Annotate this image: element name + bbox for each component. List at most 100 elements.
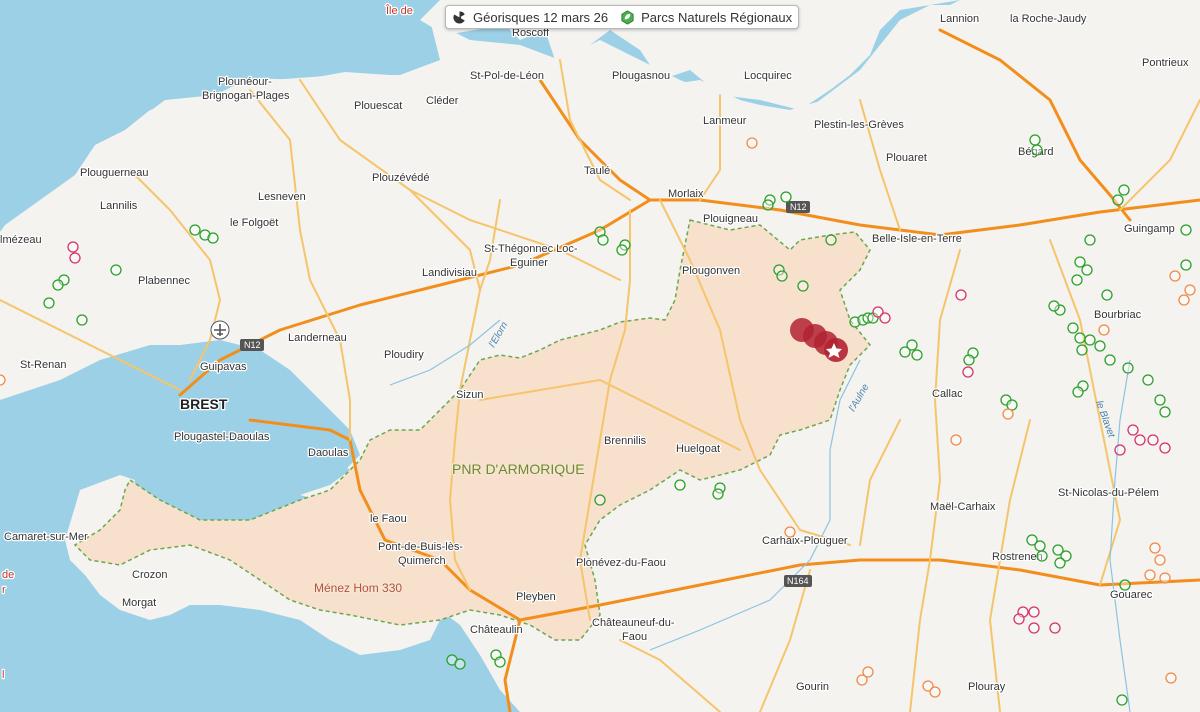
site-marker[interactable] [1034, 540, 1046, 552]
site-marker[interactable] [1029, 134, 1041, 146]
label-bourbriac: Bourbriac [1094, 309, 1142, 321]
site-marker[interactable] [784, 526, 796, 538]
site-marker[interactable] [929, 686, 941, 698]
site-marker[interactable] [1180, 224, 1192, 236]
site-marker[interactable] [1119, 579, 1131, 591]
site-marker[interactable] [780, 191, 792, 203]
site-marker[interactable] [955, 289, 967, 301]
site-marker[interactable] [746, 137, 758, 149]
site-marker[interactable] [674, 479, 686, 491]
label-pont-de-buis: Pont-de-Buis-lès- [378, 541, 463, 553]
label-lannilis: Lannilis [100, 200, 138, 212]
site-marker[interactable] [189, 224, 201, 236]
site-marker[interactable] [69, 252, 81, 264]
site-marker[interactable] [1049, 622, 1061, 634]
site-marker[interactable] [1094, 340, 1106, 352]
legend-item-parcs[interactable]: Parcs Naturels Régionaux [620, 10, 792, 25]
site-marker[interactable] [776, 270, 788, 282]
site-marker[interactable] [1084, 334, 1096, 346]
site-marker[interactable] [1116, 694, 1128, 706]
site-marker[interactable] [494, 656, 506, 668]
label-landerneau: Landerneau [288, 332, 347, 344]
site-marker[interactable] [712, 488, 724, 500]
site-marker[interactable] [1159, 442, 1171, 454]
site-marker[interactable] [950, 434, 962, 446]
site-marker[interactable] [1048, 300, 1060, 312]
shield-n12-east: N12 [786, 201, 810, 213]
site-marker[interactable] [1076, 344, 1088, 356]
label-pontrieux: Pontrieux [1142, 57, 1189, 69]
site-marker[interactable] [1147, 434, 1159, 446]
site-marker[interactable] [1084, 234, 1096, 246]
site-marker[interactable] [616, 244, 628, 256]
site-marker[interactable] [1178, 294, 1190, 306]
site-marker[interactable] [1114, 444, 1126, 456]
site-marker[interactable] [1165, 672, 1177, 684]
label-quimerch: Quimerch [398, 555, 446, 567]
site-marker[interactable] [1098, 324, 1110, 336]
label-brest: BREST [180, 396, 228, 412]
site-marker[interactable] [0, 374, 6, 386]
map-canvas[interactable]: Île de Roscoff Lannion la Roche-Jaudy Po… [0, 0, 1200, 712]
site-marker[interactable] [1169, 270, 1181, 282]
site-marker[interactable] [1122, 362, 1134, 374]
label-l-edge: l [2, 669, 4, 681]
site-marker[interactable] [597, 234, 609, 246]
site-marker[interactable] [1036, 550, 1048, 562]
site-marker[interactable] [1180, 259, 1192, 271]
site-marker[interactable] [1154, 394, 1166, 406]
site-marker[interactable] [207, 232, 219, 244]
site-marker[interactable] [1054, 557, 1066, 569]
site-marker[interactable] [52, 279, 64, 291]
site-marker[interactable] [1144, 569, 1156, 581]
site-marker[interactable] [594, 494, 606, 506]
site-marker[interactable] [110, 264, 122, 276]
site-marker[interactable] [1112, 194, 1124, 206]
site-marker[interactable] [1028, 622, 1040, 634]
site-marker[interactable] [1072, 386, 1084, 398]
site-marker[interactable] [1028, 606, 1040, 618]
site-marker[interactable] [1002, 408, 1014, 420]
label-mael-carhaix: Maël-Carhaix [930, 501, 996, 513]
site-marker[interactable] [1101, 289, 1113, 301]
site-marker[interactable] [1031, 144, 1043, 156]
site-marker[interactable] [1074, 256, 1086, 268]
site-marker[interactable] [1067, 322, 1079, 334]
site-marker[interactable] [76, 314, 88, 326]
site-marker[interactable] [1118, 184, 1130, 196]
site-marker[interactable] [1142, 374, 1154, 386]
label-guingamp: Guingamp [1124, 223, 1175, 235]
site-marker[interactable] [1149, 542, 1161, 554]
site-marker[interactable] [1071, 274, 1083, 286]
site-marker[interactable] [825, 234, 837, 246]
site-marker[interactable] [797, 280, 809, 292]
site-marker[interactable] [1104, 354, 1116, 366]
site-marker[interactable] [1184, 284, 1196, 296]
legend-item-georisques[interactable]: Géorisques 12 mars 26 [452, 10, 608, 25]
label-st-thegonnec: St-Thégonnec Loc- [484, 243, 578, 255]
site-marker[interactable] [1013, 613, 1025, 625]
label-landivisiau: Landivisiau [422, 267, 477, 279]
site-marker[interactable] [1154, 554, 1166, 566]
site-marker[interactable] [1134, 434, 1146, 446]
site-marker[interactable] [1159, 572, 1171, 584]
label-guipavas: Guipavas [200, 361, 247, 373]
airport-icon [210, 320, 230, 340]
site-marker[interactable] [911, 349, 923, 361]
site-marker[interactable] [963, 354, 975, 366]
site-marker[interactable] [762, 199, 774, 211]
site-marker[interactable] [67, 241, 79, 253]
svg-text:N164: N164 [787, 576, 809, 586]
site-marker[interactable] [454, 658, 466, 670]
site-marker[interactable] [1074, 332, 1086, 344]
site-marker[interactable] [1081, 264, 1093, 276]
site-marker[interactable] [879, 312, 891, 324]
site-marker[interactable] [43, 297, 55, 309]
site-marker[interactable] [1159, 406, 1171, 418]
site-marker[interactable] [899, 346, 911, 358]
site-marker[interactable] [962, 366, 974, 378]
label-plougasnou: Plougasnou [612, 70, 670, 82]
label-eguiner: Eguiner [510, 257, 548, 269]
site-marker[interactable] [856, 674, 868, 686]
site-marker[interactable] [1127, 424, 1139, 436]
